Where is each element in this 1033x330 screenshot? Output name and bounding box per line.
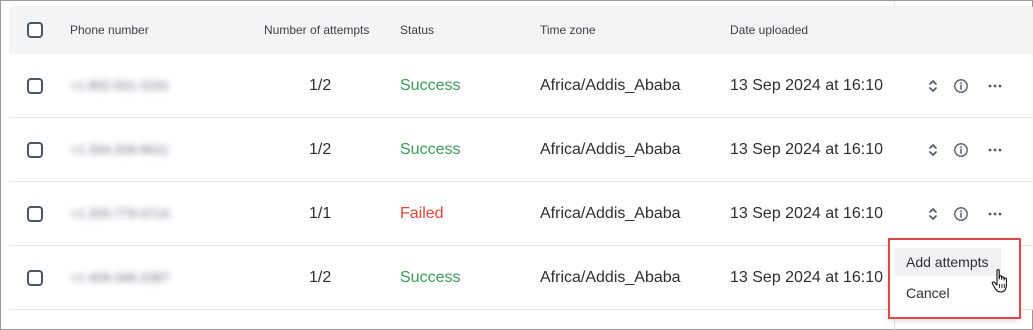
more-horizontal-icon[interactable] <box>985 140 1005 160</box>
more-horizontal-icon[interactable] <box>985 204 1005 224</box>
date-uploaded-text: 13 Sep 2024 at 16:10 <box>730 141 884 158</box>
attempts-count: 1/2 <box>309 77 332 94</box>
status-text: Success <box>400 141 461 158</box>
status-text: Failed <box>400 205 444 222</box>
row-checkbox[interactable] <box>27 206 43 222</box>
timezone-text: Africa/Addis_Ababa <box>540 269 681 286</box>
phone-number: +1 802-501-3191 <box>70 78 170 93</box>
column-header-date[interactable]: Date uploaded <box>730 6 808 54</box>
chevron-up-down-icon[interactable] <box>923 204 943 224</box>
chevron-up-down-icon[interactable] <box>923 76 943 96</box>
cancel-menu-item[interactable]: Cancel <box>895 279 1001 307</box>
column-header-timezone[interactable]: Time zone <box>540 6 596 54</box>
table-header: Phone number Number of attempts Status T… <box>9 6 1033 54</box>
info-icon[interactable] <box>951 204 971 224</box>
date-uploaded-text: 13 Sep 2024 at 16:10 <box>730 205 884 222</box>
timezone-text: Africa/Addis_Ababa <box>540 205 681 222</box>
status-text: Success <box>400 77 461 94</box>
more-horizontal-icon[interactable] <box>985 76 1005 96</box>
select-all-checkbox[interactable] <box>27 22 43 38</box>
attempts-count: 1/2 <box>309 141 332 158</box>
row-checkbox[interactable] <box>27 78 43 94</box>
phone-number: +1 334-209-8611 <box>70 142 169 157</box>
table-row[interactable]: +1 205-779-0714 1/1 Failed Africa/Addis_… <box>9 182 1033 246</box>
date-uploaded-text: 13 Sep 2024 at 16:10 <box>730 77 884 94</box>
table-row[interactable]: +1 334-209-8611 1/2 Success Africa/Addis… <box>9 118 1033 182</box>
phone-number: +1 205-779-0714 <box>70 206 170 221</box>
table-row[interactable]: +1 802-501-3191 1/2 Success Africa/Addis… <box>9 54 1033 118</box>
window-frame: Phone number Number of attempts Status T… <box>0 0 1033 330</box>
status-text: Success <box>400 269 461 286</box>
hand-pointer-icon <box>991 268 1011 294</box>
row-checkbox[interactable] <box>27 270 43 286</box>
attempts-count: 1/2 <box>309 269 332 286</box>
timezone-text: Africa/Addis_Ababa <box>540 77 681 94</box>
column-header-attempts[interactable]: Number of attempts <box>264 6 369 54</box>
column-header-phone[interactable]: Phone number <box>70 6 149 54</box>
attempts-count: 1/1 <box>309 205 332 222</box>
phone-number: +1 409-346-2387 <box>70 270 170 285</box>
row-checkbox[interactable] <box>27 142 43 158</box>
info-icon[interactable] <box>951 76 971 96</box>
chevron-up-down-icon[interactable] <box>923 140 943 160</box>
add-attempts-menu-item[interactable]: Add attempts <box>895 248 1001 276</box>
info-icon[interactable] <box>951 140 971 160</box>
date-uploaded-text: 13 Sep 2024 at 16:10 <box>730 269 884 286</box>
column-header-status[interactable]: Status <box>400 6 434 54</box>
timezone-text: Africa/Addis_Ababa <box>540 141 681 158</box>
table-row[interactable]: +1 409-346-2387 1/2 Success Africa/Addis… <box>9 246 1033 310</box>
